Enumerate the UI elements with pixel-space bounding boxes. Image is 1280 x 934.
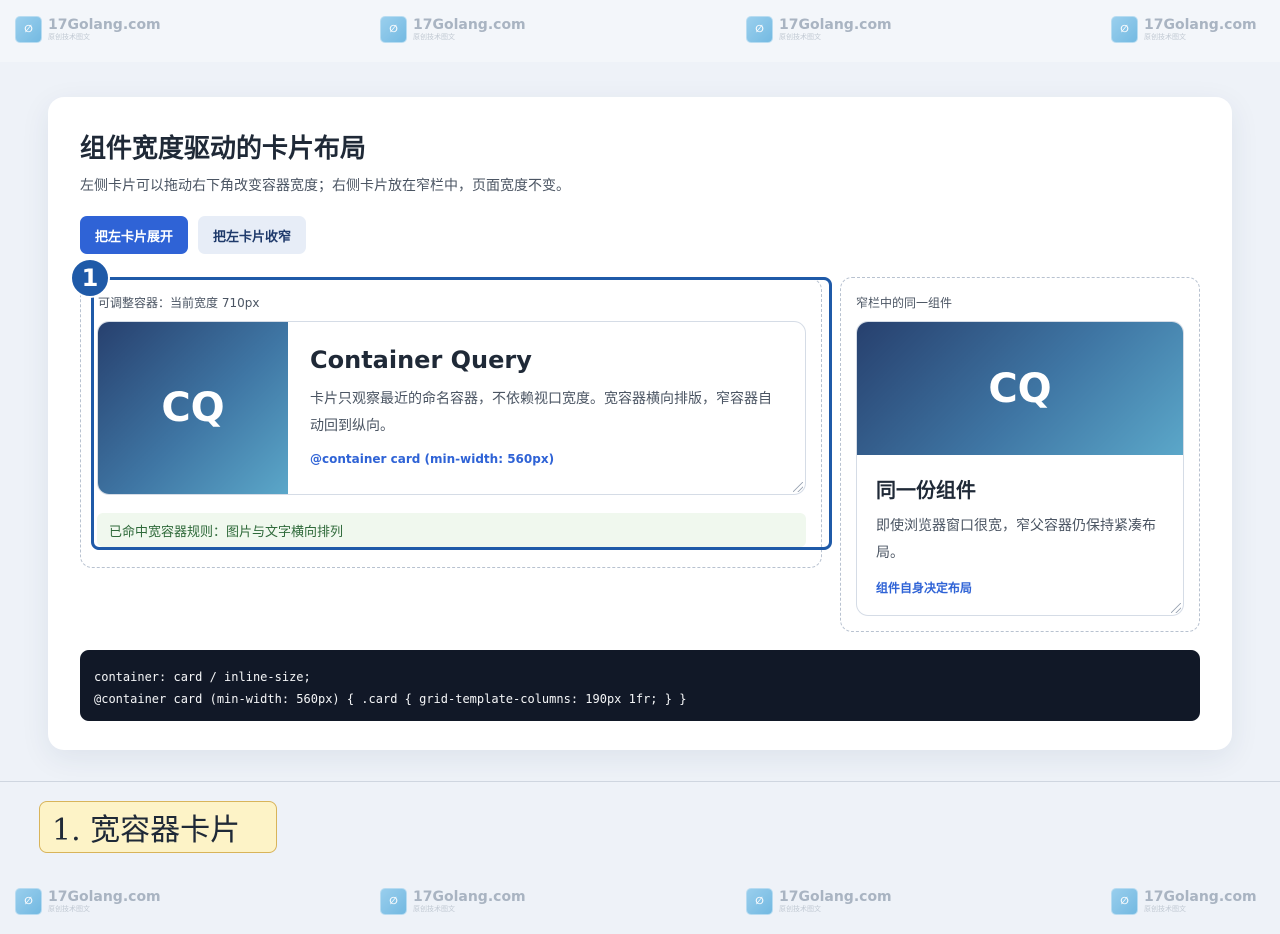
watermark-sub: 原创技术图文: [413, 905, 455, 913]
watermark: ∅ 17Golang.com 原创技术图文: [15, 16, 161, 43]
narrow-card-text: 即使浏览器窗口很宽，窄父容器仍保持紧凑布局。: [876, 518, 1156, 561]
step-caption: 1. 宽容器卡片: [39, 801, 277, 853]
watermark-strip-bottom: ∅ 17Golang.com 原创技术图文 ∅ 17Golang.com 原创技术图…: [0, 872, 1280, 934]
watermark-logo-icon: ∅: [15, 888, 42, 915]
watermark-logo-icon: ∅: [380, 888, 407, 915]
watermark-name: 17Golang.com: [413, 889, 526, 905]
watermark-logo-icon: ∅: [746, 16, 773, 43]
watermark: ∅ 17Golang.com 原创技术图文: [380, 16, 526, 43]
watermark: ∅ 17Golang.com 原创技术图文: [746, 888, 892, 915]
code-block: container: card / inline-size; @containe…: [80, 650, 1200, 721]
highlight-frame: [91, 277, 832, 550]
step-badge: 1: [70, 258, 110, 298]
collapse-left-card-button[interactable]: 把左卡片收窄: [198, 216, 306, 254]
watermark-sub: 原创技术图文: [779, 905, 821, 913]
watermark-name: 17Golang.com: [1144, 17, 1257, 33]
watermark-logo-icon: ∅: [1111, 16, 1138, 43]
main-panel: 组件宽度驱动的卡片布局 左侧卡片可以拖动右下角改变容器宽度；右侧卡片放在窄栏中，…: [48, 97, 1232, 750]
narrow-card: CQ 同一份组件 即使浏览器窗口很宽，窄父容器仍保持紧凑布局。 组件自身决定布局: [856, 321, 1184, 616]
watermark-logo-icon: ∅: [746, 888, 773, 915]
watermark-name: 17Golang.com: [48, 17, 161, 33]
watermark: ∅ 17Golang.com 原创技术图文: [746, 16, 892, 43]
watermark-name: 17Golang.com: [48, 889, 161, 905]
watermark-sub: 原创技术图文: [779, 33, 821, 41]
watermark: ∅ 17Golang.com 原创技术图文: [1111, 888, 1257, 915]
narrow-card-thumbnail: CQ: [857, 322, 1183, 455]
watermark-sub: 原创技术图文: [1144, 33, 1186, 41]
code-line-1: container: card / inline-size;: [94, 670, 311, 684]
watermark-sub: 原创技术图文: [48, 33, 90, 41]
watermark-name: 17Golang.com: [1144, 889, 1257, 905]
watermark-logo-icon: ∅: [380, 16, 407, 43]
watermark-logo-icon: ∅: [1111, 888, 1138, 915]
narrow-card-link[interactable]: 组件自身决定布局: [876, 579, 1168, 596]
watermark-sub: 原创技术图文: [1144, 905, 1186, 913]
expand-left-card-button[interactable]: 把左卡片展开: [80, 216, 188, 254]
code-line-2: @container card (min-width: 560px) { .ca…: [94, 692, 687, 706]
watermark: ∅ 17Golang.com 原创技术图文: [380, 888, 526, 915]
narrow-card-body: 同一份组件 即使浏览器窗口很宽，窄父容器仍保持紧凑布局。 组件自身决定布局: [876, 474, 1168, 596]
narrow-card-title: 同一份组件: [876, 478, 976, 502]
watermark-name: 17Golang.com: [779, 889, 892, 905]
watermark: ∅ 17Golang.com 原创技术图文: [15, 888, 161, 915]
divider: [0, 781, 1280, 782]
resize-handle-icon[interactable]: [1171, 603, 1181, 613]
watermark-sub: 原创技术图文: [413, 33, 455, 41]
page-title: 组件宽度驱动的卡片布局: [80, 134, 367, 164]
narrow-column-label: 窄栏中的同一组件: [856, 296, 953, 310]
watermark: ∅ 17Golang.com 原创技术图文: [1111, 16, 1257, 43]
watermark-logo-icon: ∅: [15, 16, 42, 43]
watermark-sub: 原创技术图文: [48, 905, 90, 913]
watermark-name: 17Golang.com: [413, 17, 526, 33]
page-subtitle: 左侧卡片可以拖动右下角改变容器宽度；右侧卡片放在窄栏中，页面宽度不变。: [80, 178, 570, 194]
watermark-name: 17Golang.com: [779, 17, 892, 33]
watermark-strip-top: ∅ 17Golang.com 原创技术图文 ∅ 17Golang.com 原创技术图…: [0, 0, 1280, 62]
